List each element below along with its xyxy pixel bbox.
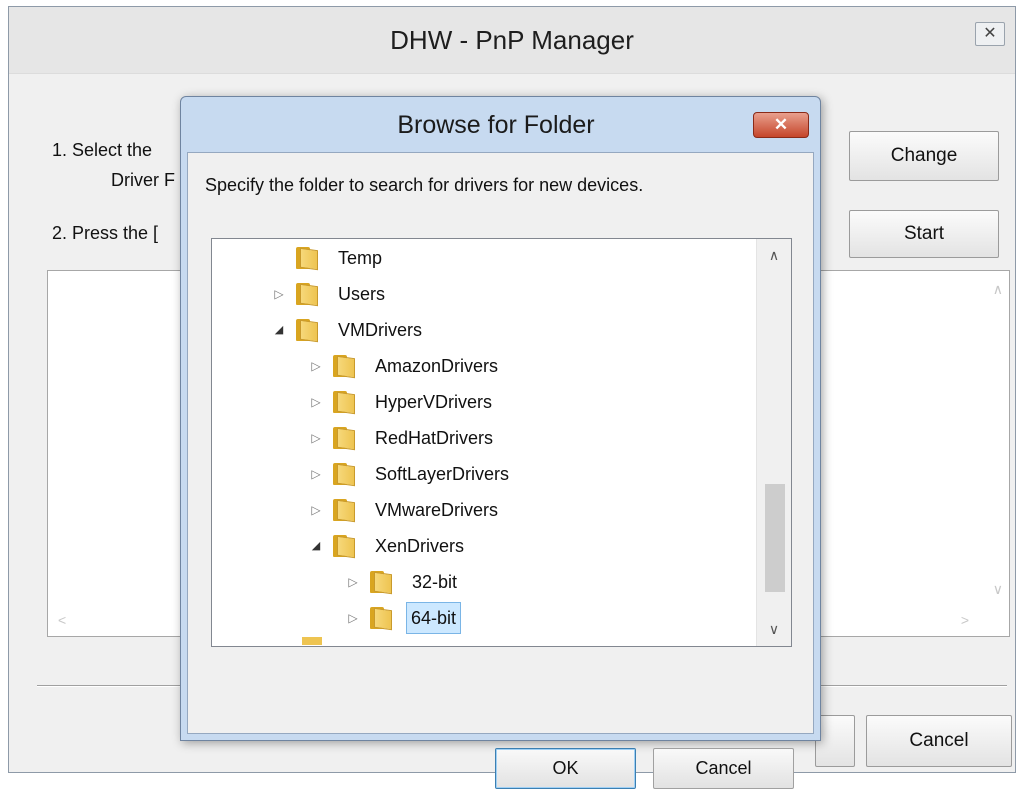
tree-item-label: VMwareDrivers	[375, 500, 499, 520]
folder-icon	[333, 391, 359, 415]
tree-item-label: RedHatDrivers	[375, 428, 494, 448]
step2-instruction: 2. Press the [	[52, 223, 159, 243]
tree-item[interactable]: ▷ Users	[212, 278, 752, 310]
cancel-button[interactable]: Cancel	[653, 748, 794, 789]
main-close-button[interactable]: ✕	[975, 22, 1005, 46]
step1-instruction: 1. Select the	[52, 140, 153, 160]
folder-icon	[333, 499, 359, 523]
main-ok-button[interactable]	[815, 715, 855, 767]
scroll-down-icon[interactable]: ∨	[757, 621, 791, 638]
ok-button[interactable]: OK	[495, 748, 636, 789]
dialog-close-button[interactable]: ✕	[753, 112, 809, 138]
start-button[interactable]: Start	[849, 210, 999, 258]
collapsed-arrow-icon[interactable]: ▷	[309, 458, 323, 490]
tree-item[interactable]: ▷ 64-bit	[212, 602, 752, 634]
tree-item-label: 64-bit	[406, 602, 462, 634]
scroll-down-icon[interactable]: ∨	[993, 581, 1003, 598]
tree-item[interactable]: ▷ 32-bit	[212, 566, 752, 598]
tree-item[interactable]: Temp	[212, 242, 752, 274]
tree-item-label: Users	[338, 284, 386, 304]
folder-icon	[333, 535, 359, 559]
folder-icon	[333, 427, 359, 451]
step1-instruction-continued: Driver F	[111, 170, 175, 190]
dialog-title: Browse for Folder	[397, 111, 595, 139]
tree-item-label: XenDrivers	[375, 536, 465, 556]
collapsed-arrow-icon[interactable]: ▷	[272, 278, 286, 310]
dialog-body: Specify the folder to search for drivers…	[187, 152, 814, 789]
expanded-arrow-icon[interactable]: ◢	[272, 314, 286, 346]
tree-item[interactable]: ▷ HyperVDrivers	[212, 386, 752, 418]
tree-item[interactable]: ▷ VMwareDrivers	[212, 494, 752, 526]
main-titlebar: DHW - PnP Manager ✕	[9, 7, 1015, 74]
collapsed-arrow-icon[interactable]: ▷	[309, 494, 323, 526]
tree-item-label: HyperVDrivers	[375, 392, 493, 412]
scroll-left-icon[interactable]: <	[58, 612, 66, 628]
folder-icon	[333, 463, 359, 487]
close-icon: ✕	[983, 25, 997, 42]
scroll-up-icon[interactable]: ∧	[993, 281, 1003, 298]
browse-for-folder-dialog: Browse for Folder ✕ Specify the folder t…	[180, 96, 821, 789]
collapsed-arrow-icon[interactable]: ▷	[346, 566, 360, 598]
tree-item[interactable]: ▷ SoftLayerDrivers	[212, 458, 752, 490]
folder-icon	[370, 607, 396, 631]
collapsed-arrow-icon[interactable]: ▷	[309, 422, 323, 454]
tree-item-label: 32-bit	[412, 572, 458, 592]
folder-icon	[302, 637, 322, 645]
folder-icon	[370, 571, 396, 595]
change-button[interactable]: Change	[849, 131, 999, 181]
folder-tree[interactable]: Temp ▷ Users ◢ VMDrivers ▷ AmazonDrivers ▷ Hyper…	[211, 238, 792, 647]
tree-item[interactable]: ▷ AmazonDrivers	[212, 350, 752, 382]
main-cancel-button[interactable]: Cancel	[866, 715, 1012, 767]
folder-icon	[296, 283, 322, 307]
scroll-thumb[interactable]	[765, 484, 785, 592]
folder-icon	[333, 355, 359, 379]
collapsed-arrow-icon[interactable]: ▷	[309, 386, 323, 418]
main-window-title: DHW - PnP Manager	[390, 25, 634, 55]
dialog-description: Specify the folder to search for drivers…	[205, 175, 644, 195]
collapsed-arrow-icon[interactable]: ▷	[346, 602, 360, 634]
tree-item-label: AmazonDrivers	[375, 356, 499, 376]
folder-icon	[296, 247, 322, 271]
tree-item-label: SoftLayerDrivers	[375, 464, 510, 484]
tree-scrollbar[interactable]: ∧ ∨	[756, 239, 791, 646]
collapsed-arrow-icon[interactable]: ▷	[309, 350, 323, 382]
tree-item[interactable]: ◢ XenDrivers	[212, 530, 752, 562]
scroll-up-icon[interactable]: ∧	[757, 247, 791, 264]
tree-item-label: Temp	[338, 248, 383, 268]
tree-item-label: VMDrivers	[338, 320, 422, 340]
tree-item[interactable]: ▷ RedHatDrivers	[212, 422, 752, 454]
scroll-right-icon[interactable]: >	[961, 612, 969, 628]
folder-icon	[296, 319, 322, 343]
close-icon: ✕	[773, 115, 789, 134]
expanded-arrow-icon[interactable]: ◢	[309, 530, 323, 562]
tree-item[interactable]: ◢ VMDrivers	[212, 314, 752, 346]
